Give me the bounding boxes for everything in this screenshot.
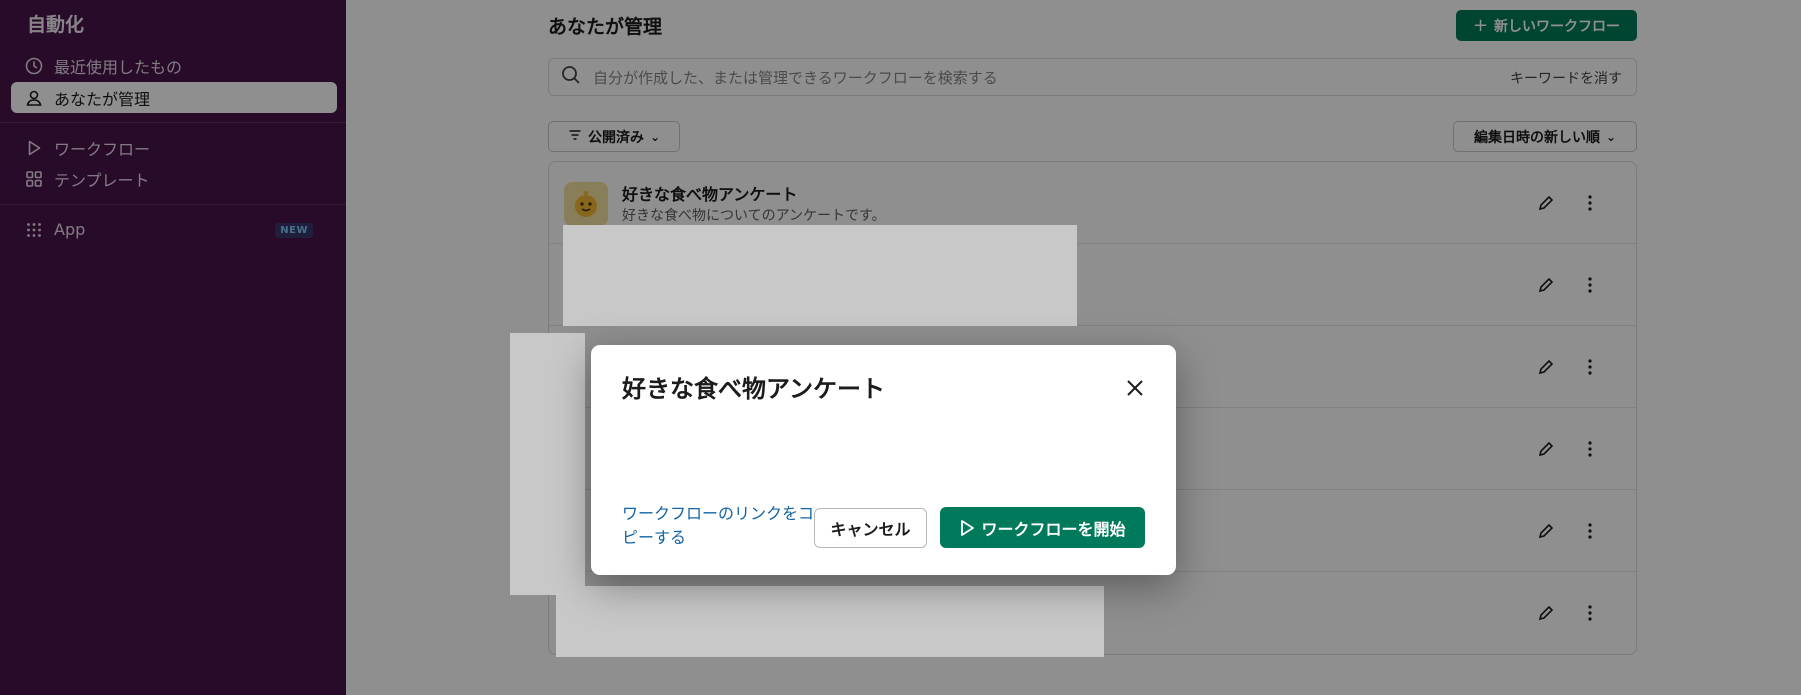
workflow-dialog: 好きな食べ物アンケート ワークフローのリンクをコピーする キャンセル ワークフロ… (591, 345, 1176, 575)
dialog-title: 好きな食べ物アンケート (622, 375, 886, 403)
copy-workflow-link[interactable]: ワークフローのリンクをコピーする (622, 502, 817, 550)
play-icon (961, 519, 975, 536)
close-icon[interactable] (1124, 377, 1146, 399)
redacted-region (556, 586, 1104, 657)
redacted-region (563, 225, 1077, 326)
start-workflow-button[interactable]: ワークフローを開始 (940, 507, 1145, 548)
redacted-region (510, 333, 585, 595)
cancel-button[interactable]: キャンセル (814, 508, 927, 548)
start-workflow-label: ワークフローを開始 (981, 519, 1126, 539)
